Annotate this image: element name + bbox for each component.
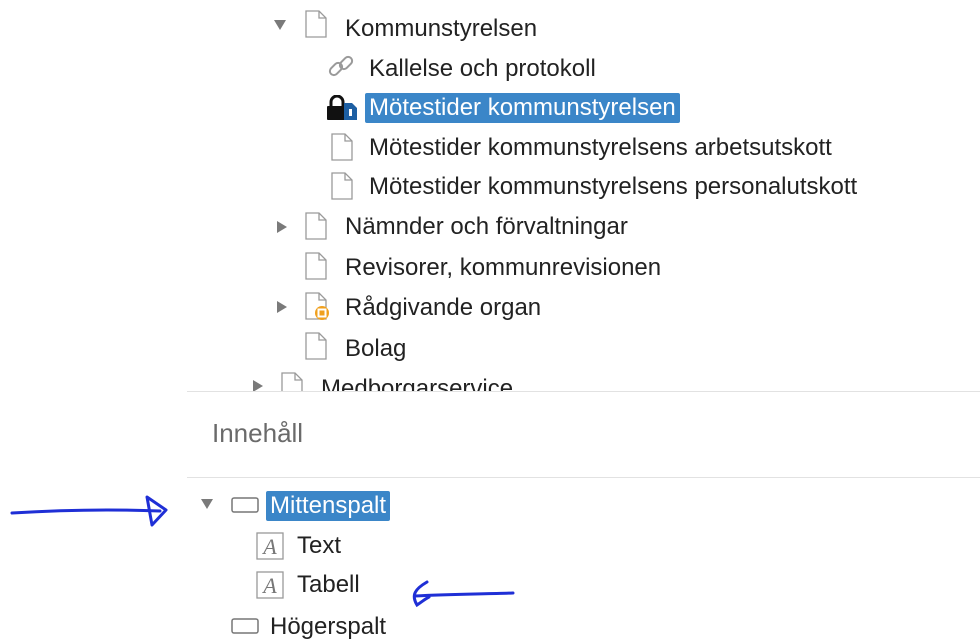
tree-item-label: Nämnder och förvaltningar [345,213,628,240]
page-icon [305,10,327,38]
content-item-label: Mittenspalt [266,491,391,521]
collapse-arrow-icon[interactable] [272,17,288,33]
tree-item-label: Kommunstyrelsen [345,15,538,42]
content-item-tabell[interactable]: Tabell [293,568,364,602]
page-tree: Kommunstyrelsen Kallelse och protokoll M… [0,0,980,392]
tree-item-namnder-och-forvaltningar[interactable]: Nämnder och förvaltningar [341,210,632,244]
tree-item-label: Mötestider kommunstyrelsen [365,93,680,123]
tree-item-label: Medborgarservice [321,375,514,392]
expand-arrow-icon[interactable] [274,299,290,315]
tree-item-radgivande-organ[interactable]: Rådgivande organ [341,291,545,325]
tree-item-label: Revisorer, kommunrevisionen [345,254,662,281]
tree-item-revisorer[interactable]: Revisorer, kommunrevisionen [341,251,665,285]
text-block-icon: A [256,571,284,599]
expand-arrow-icon[interactable] [274,219,290,235]
tree-item-arbetsutskott[interactable]: Mötestider kommunstyrelsens arbetsutskot… [365,131,836,165]
svg-text:A: A [261,534,277,559]
content-item-label: Text [297,532,342,559]
page-icon [331,172,353,200]
content-item-text[interactable]: Text [293,529,345,563]
tree-item-label: Kallelse och protokoll [369,55,596,82]
tree-item-personalutskott[interactable]: Mötestider kommunstyrelsens personalutsk… [365,170,861,204]
page-icon [305,212,327,240]
content-header-divider [187,477,980,478]
content-item-hogerspalt[interactable]: Högerspalt [266,610,390,644]
annotation-arrow-left [412,580,515,608]
expand-arrow-icon[interactable] [250,378,266,392]
tree-item-label: Mötestider kommunstyrelsens arbetsutskot… [369,134,832,161]
content-item-label: Tabell [297,571,360,598]
page-icon [281,372,303,392]
lock-icon [327,95,357,120]
text-block-icon: A [256,532,284,560]
tree-item-label: Rådgivande organ [345,294,542,321]
link-icon [328,55,354,77]
tree-item-motestider-kommunstyrelsen[interactable]: Mötestider kommunstyrelsen [365,91,680,125]
content-item-label: Högerspalt [270,613,387,640]
page-icon [305,332,327,360]
collapse-arrow-icon[interactable] [199,496,215,512]
annotation-arrow-right [10,495,168,527]
tree-item-medborgarservice[interactable]: Medborgarservice [317,372,517,392]
block-icon [231,618,259,634]
tree-item-kommunstyrelsen[interactable]: Kommunstyrelsen [341,12,541,46]
shortcut-page-icon [305,292,329,320]
tree-bottom-divider [187,391,980,392]
content-item-mittenspalt[interactable]: Mittenspalt [266,489,391,523]
tree-item-label: Bolag [345,335,407,362]
tree-item-kallelse-och-protokoll[interactable]: Kallelse och protokoll [365,52,600,86]
tree-item-label: Mötestider kommunstyrelsens personalutsk… [369,173,858,200]
svg-text:A: A [261,573,277,598]
content-panel-title: Innehåll [212,418,304,448]
block-icon [231,497,259,513]
page-icon [331,133,353,161]
page-icon [305,252,327,280]
tree-item-bolag[interactable]: Bolag [341,332,410,366]
